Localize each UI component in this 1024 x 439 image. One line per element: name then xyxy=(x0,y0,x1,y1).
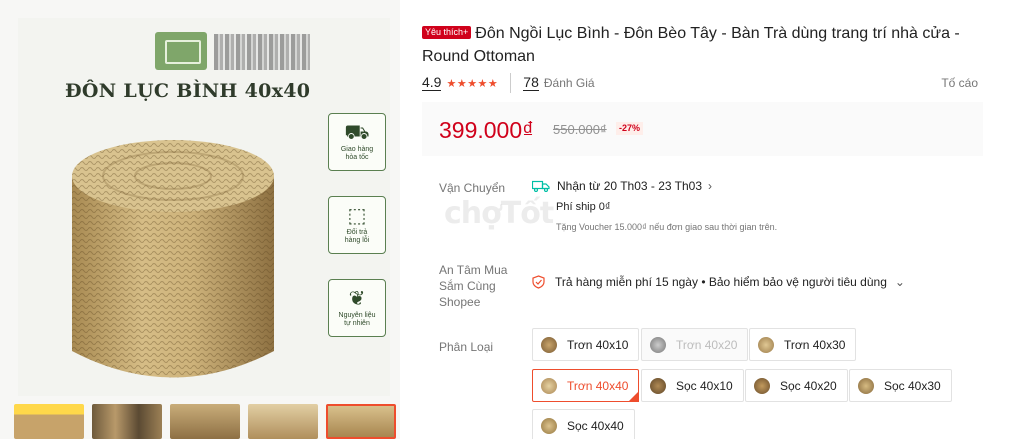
variant-option[interactable]: Trơn 40x20 xyxy=(641,328,749,361)
variant-option[interactable]: Sọc 40x40 xyxy=(532,409,635,439)
assurance-label: An Tâm Mua Sắm Cùng Shopee xyxy=(439,263,508,309)
brand-logo xyxy=(155,32,207,70)
current-price: 399.000₫ xyxy=(439,117,534,143)
voucher-note: Tặng Voucher 15.000₫ nếu đơn giao sau th… xyxy=(556,222,778,232)
delivery-window-text: Nhận từ 20 Th03 - 23 Th03 xyxy=(557,179,703,193)
shield-icon xyxy=(532,275,545,289)
variant-thumbnail xyxy=(858,377,874,394)
thumbnail-3[interactable] xyxy=(170,404,240,439)
assurance-info[interactable]: Trả hàng miễn phí 15 ngày • Bảo hiểm bảo… xyxy=(532,275,905,289)
variant-thumbnail xyxy=(541,336,557,353)
variant-thumbnail xyxy=(758,336,774,353)
brand-name-blurred xyxy=(214,34,310,70)
thumbnail-4[interactable] xyxy=(248,404,318,439)
variant-thumbnail xyxy=(754,377,770,394)
feature-badges: ⛟ Giao hàng hỏa tốc ⬚ Đổi trả hàng lỗi ❦… xyxy=(328,113,386,362)
natural-material-badge: ❦ Nguyên liệu tự nhiên xyxy=(328,279,386,337)
variant-option[interactable]: Sọc 40x10 xyxy=(641,369,744,402)
delivery-truck-icon: ⛟ xyxy=(344,122,370,144)
variant-option-label: Trơn 40x30 xyxy=(784,337,846,352)
thumbnail-2[interactable] xyxy=(92,404,162,439)
thumbnail-strip xyxy=(14,404,396,439)
image-heading: ĐÔN LỤC BÌNH 40x40 xyxy=(65,80,311,102)
variant-option-label: Sọc 40x30 xyxy=(884,378,941,393)
badge-label: Nguyên liệu tự nhiên xyxy=(338,312,376,327)
favorite-badge: Yêu thích+ xyxy=(422,26,472,39)
variant-thumbnail xyxy=(541,377,557,394)
chevron-down-icon: ⌄ xyxy=(894,275,905,289)
variant-thumbnail xyxy=(650,377,666,394)
thumbnail-1[interactable] xyxy=(14,404,84,439)
variant-option-label: Trơn 40x20 xyxy=(676,337,738,352)
original-price: 550.000₫ xyxy=(553,122,607,137)
variant-thumbnail xyxy=(541,417,557,434)
variant-option[interactable]: Trơn 40x10 xyxy=(532,328,640,361)
fast-delivery-badge: ⛟ Giao hàng hỏa tốc xyxy=(328,113,386,171)
product-gallery: ĐÔN LỤC BÌNH 40x40 ⛟ Giao hàng hỏa tốc ⬚… xyxy=(0,0,400,439)
product-title: Đôn Ngồi Lục Bình - Đôn Bèo Tây - Bàn Tr… xyxy=(422,25,960,65)
product-details: Yêu thích+ Đôn Ngồi Lục Bình - Đôn Bèo Tâ… xyxy=(422,0,1024,439)
ottoman-image xyxy=(72,140,274,378)
discount-badge: -27% xyxy=(616,122,644,135)
variant-option-label: Sọc 40x40 xyxy=(567,418,624,433)
main-product-image[interactable]: ĐÔN LỤC BÌNH 40x40 ⛟ Giao hàng hỏa tốc ⬚… xyxy=(18,18,390,396)
variant-option[interactable]: Trơn 40x30 xyxy=(749,328,857,361)
chevron-right-icon: › xyxy=(708,179,713,193)
badge-label: Giao hàng hỏa tốc xyxy=(340,146,374,161)
badge-label: Đổi trả hàng lỗi xyxy=(344,229,370,244)
variant-label: Phân Loại xyxy=(439,340,494,354)
delivery-window[interactable]: Nhận từ 20 Th03 - 23 Th03 › xyxy=(532,179,712,193)
variant-option-selected[interactable]: Trơn 40x40 xyxy=(532,369,640,402)
variant-option[interactable]: Sọc 40x20 xyxy=(745,369,848,402)
variant-option-label: Sọc 40x20 xyxy=(780,378,837,393)
review-count[interactable]: 78 xyxy=(523,75,539,91)
return-box-icon: ⬚ xyxy=(347,205,367,227)
variant-option-label: Trơn 40x10 xyxy=(567,337,629,352)
report-link[interactable]: Tố cáo xyxy=(941,76,978,90)
leaf-icon: ❦ xyxy=(348,288,366,310)
product-title-row: Yêu thích+ Đôn Ngồi Lục Bình - Đôn Bèo Tâ… xyxy=(422,22,992,68)
price-box: 399.000₫ 550.000₫ -27% xyxy=(422,102,983,156)
thumbnail-5[interactable] xyxy=(326,404,396,439)
truck-icon xyxy=(532,180,550,192)
variant-option-label: Sọc 40x10 xyxy=(676,378,733,393)
star-rating-icon: ★★★★★ xyxy=(446,77,499,90)
review-label: Đánh Giá xyxy=(543,76,595,90)
variant-thumbnail xyxy=(650,336,666,353)
return-badge: ⬚ Đổi trả hàng lỗi xyxy=(328,196,386,254)
rating-value[interactable]: 4.9 xyxy=(422,75,442,91)
shipping-label: Vận Chuyển xyxy=(439,181,506,195)
shipping-fee: Phí ship 0₫ xyxy=(556,201,611,213)
rating-row: 4.9 ★★★★★ 78 Đánh Giá Tố cáo xyxy=(422,73,978,93)
divider xyxy=(510,73,512,93)
variant-option-label: Trơn 40x40 xyxy=(567,378,629,393)
assurance-text: Trả hàng miễn phí 15 ngày • Bảo hiểm bảo… xyxy=(555,275,887,289)
variant-option[interactable]: Sọc 40x30 xyxy=(849,369,952,402)
